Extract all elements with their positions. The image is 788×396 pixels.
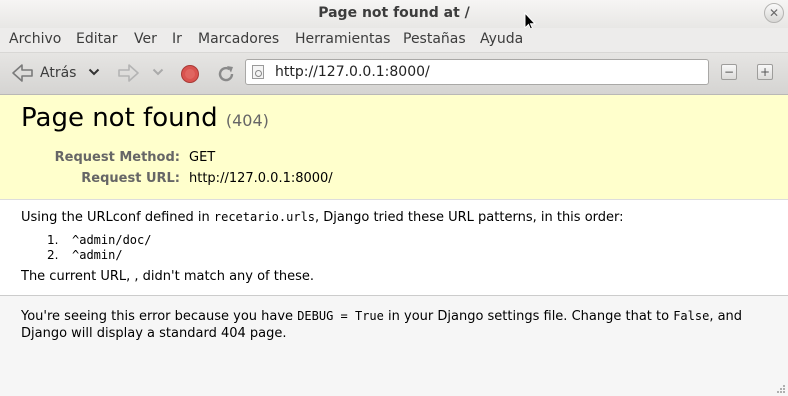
url-pattern: ^admin/doc/ [72,233,152,247]
request-url-label: Request URL: [81,171,180,186]
reload-icon[interactable] [215,63,237,85]
explanation-part: You're seeing this error because you hav… [21,309,298,324]
window-title: Page not found at / [318,5,470,21]
resize-grip-icon[interactable] [776,384,786,394]
back-history-chevron-icon[interactable] [88,67,100,77]
error-summary: Page not found (404) Request Method: GET… [0,95,788,200]
menu-bar: Archivo Editar Ver Ir Marcadores Herrami… [0,28,788,53]
no-match-text: The current URL, , didn't match any of t… [21,269,314,284]
close-icon: ✕ [768,6,780,20]
urlconf-suffix: , Django tried these URL patterns, in th… [315,210,624,225]
request-method-value: GET [189,150,216,165]
menu-ayuda[interactable]: Ayuda [480,31,523,47]
menu-archivo[interactable]: Archivo [9,31,61,47]
menu-ir[interactable]: Ir [172,31,182,47]
explanation-text: You're seeing this error because you hav… [21,308,761,342]
address-url[interactable]: http://127.0.0.1:8000/ [275,64,430,80]
status-code: (404) [225,111,269,130]
menu-ver[interactable]: Ver [134,31,157,47]
back-button-label: Atrás [40,65,77,81]
debug-explanation: You're seeing this error because you hav… [0,296,788,396]
debug-setting-code: DEBUG = True [297,309,384,323]
pattern-number: 2. [47,248,59,262]
pattern-number: 1. [47,233,59,247]
forward-history-chevron-icon[interactable] [152,67,164,77]
menu-pestanas[interactable]: Pestañas [403,31,466,47]
page-icon [252,65,264,79]
menu-marcadores[interactable]: Marcadores [198,31,279,47]
minus-icon: − [723,65,735,79]
request-url-value: http://127.0.0.1:8000/ [189,171,333,186]
false-setting-code: False [673,309,710,323]
urlconf-prefix: Using the URLconf defined in [21,210,214,225]
request-method-label: Request Method: [54,150,180,165]
explanation-part: in your Django settings file. Change tha… [383,309,674,324]
urlconf-module: recetario.urls [213,210,316,224]
stop-icon[interactable] [180,64,200,84]
menu-editar[interactable]: Editar [76,31,117,47]
page-heading: Page not found (404) [21,103,269,133]
url-patterns-info: Using the URLconf defined in recetario.u… [0,200,788,296]
back-arrow-icon [12,64,33,82]
forward-arrow-icon[interactable] [116,63,140,83]
zoom-in-button[interactable]: + [757,64,773,80]
page-content: Page not found (404) Request Method: GET… [0,95,788,396]
urlconf-text: Using the URLconf defined in recetario.u… [21,210,624,225]
zoom-out-button[interactable]: − [721,64,737,80]
close-window-button[interactable]: ✕ [764,3,784,23]
window-titlebar: Page not found at / ✕ [0,0,788,28]
url-pattern: ^admin/ [72,248,123,262]
menu-herramientas[interactable]: Herramientas [295,31,390,47]
navigation-toolbar: Atrás http://127.0.0.1:8000/ − + [0,53,788,95]
heading-text: Page not found [21,103,218,133]
plus-icon: + [759,65,771,79]
address-bar[interactable]: http://127.0.0.1:8000/ [245,59,709,85]
